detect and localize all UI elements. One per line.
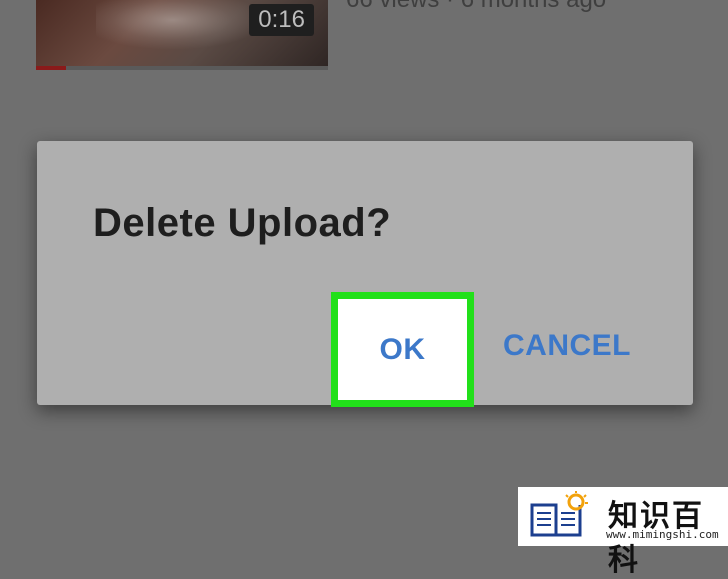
progress-track <box>66 66 328 70</box>
watermark-logo: 知识百科 www.mimingshi.com <box>518 487 728 578</box>
cancel-button[interactable]: CANCEL <box>503 324 631 368</box>
ok-button[interactable]: OK <box>331 292 474 407</box>
duration-badge: 0:16 <box>249 4 314 36</box>
dialog-title: Delete Upload? <box>93 201 392 245</box>
watch-progress-bar <box>36 66 66 70</box>
book-lightbulb-icon <box>530 491 588 537</box>
cancel-button-label: CANCEL <box>503 329 631 362</box>
delete-upload-dialog: Delete Upload? OK CANCEL <box>37 141 693 407</box>
thumbnail-image <box>96 0 266 50</box>
ok-button-label: OK <box>379 332 426 366</box>
watermark-url: www.mimingshi.com <box>606 528 719 541</box>
video-thumbnail[interactable]: 0:16 <box>36 0 328 70</box>
video-meta-text: 66 views · 6 months ago <box>346 0 606 14</box>
